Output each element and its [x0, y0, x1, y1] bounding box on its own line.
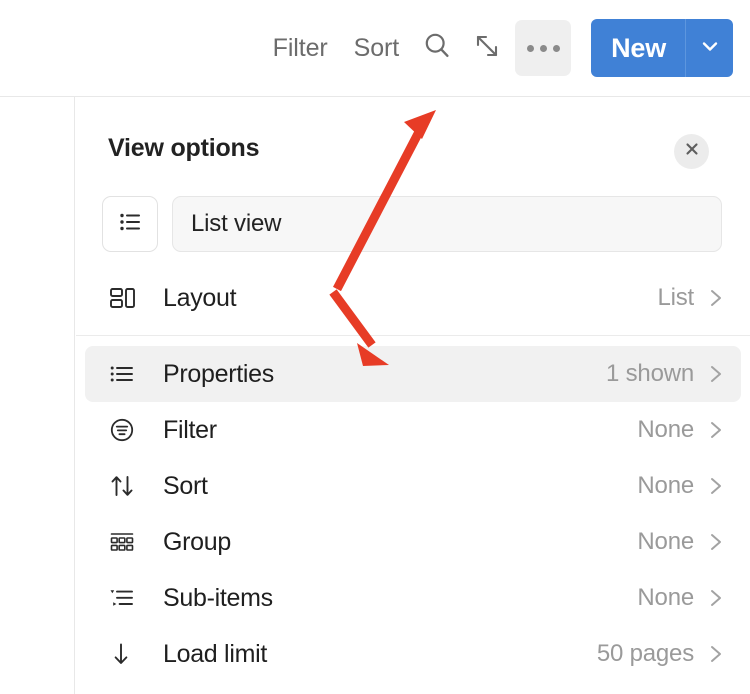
chevron-right-icon [708, 475, 724, 497]
list-view-icon [115, 207, 145, 242]
chevron-right-icon [708, 587, 724, 609]
load-limit-icon [107, 639, 145, 669]
sort-icon [107, 471, 145, 501]
menu-row-group[interactable]: Group None [85, 514, 741, 570]
menu-row-label: Properties [163, 359, 274, 388]
menu-row-load-limit[interactable]: Load limit 50 pages [85, 626, 741, 682]
menu-row-value: None [637, 584, 694, 611]
close-button[interactable] [674, 134, 709, 169]
close-icon [683, 140, 701, 163]
expand-button[interactable] [465, 26, 509, 70]
chevron-right-icon [708, 643, 724, 665]
view-name-input[interactable]: List view [172, 196, 722, 252]
group-icon [107, 527, 145, 557]
menu-row-label: Layout [163, 283, 237, 312]
menu-row-properties[interactable]: Properties 1 shown [85, 346, 741, 402]
menu-row-value: None [637, 528, 694, 555]
new-button-label: New [611, 32, 666, 63]
view-icon-button[interactable] [102, 196, 158, 252]
filter-button[interactable]: Filter [260, 33, 341, 62]
menu-row-layout[interactable]: Layout List [85, 270, 741, 326]
filter-button-label: Filter [272, 33, 328, 62]
view-name-row: List view [102, 196, 722, 252]
menu-row-label: Load limit [163, 639, 267, 668]
expand-diagonal-icon [472, 31, 502, 66]
search-icon [421, 30, 453, 67]
menu-row-value: 50 pages [596, 640, 694, 667]
page-title: View options [108, 134, 260, 162]
filter-icon [107, 415, 145, 445]
chevron-down-icon [699, 35, 721, 62]
menu-row-value: None [637, 416, 694, 443]
menu-row-filter[interactable]: Filter None [85, 402, 741, 458]
menu-divider [76, 335, 750, 336]
chevron-right-icon [708, 531, 724, 553]
chevron-right-icon [708, 287, 724, 309]
search-button[interactable] [415, 26, 459, 70]
menu-row-sub-items[interactable]: Sub-items None [85, 570, 741, 626]
menu-row-value: None [637, 472, 694, 499]
left-rail [0, 97, 75, 694]
menu-row-label: Filter [163, 415, 217, 444]
menu-row-value: 1 shown [606, 360, 694, 387]
top-toolbar: Filter Sort New [0, 0, 750, 97]
new-button[interactable]: New [591, 19, 733, 77]
view-options-panel: View options List view Layout List Prope… [76, 98, 750, 694]
menu-row-value: List [657, 284, 694, 311]
properties-icon [107, 359, 145, 389]
menu-row-label: Group [163, 527, 231, 556]
toolbar-controls: Filter Sort New [260, 0, 733, 96]
new-button-dropdown[interactable] [686, 19, 733, 77]
sort-button-label: Sort [353, 33, 400, 62]
view-options-menu: Layout List Properties 1 shown Filter No… [76, 270, 750, 682]
sort-button[interactable]: Sort [341, 33, 412, 62]
layout-icon [107, 283, 145, 313]
chevron-right-icon [708, 363, 724, 385]
ellipsis-icon [526, 44, 560, 52]
menu-row-sort[interactable]: Sort None [85, 458, 741, 514]
menu-row-label: Sub-items [163, 583, 273, 612]
menu-row-label: Sort [163, 471, 208, 500]
sub-items-icon [107, 583, 145, 613]
chevron-right-icon [708, 419, 724, 441]
ellipsis-button[interactable] [515, 20, 572, 76]
